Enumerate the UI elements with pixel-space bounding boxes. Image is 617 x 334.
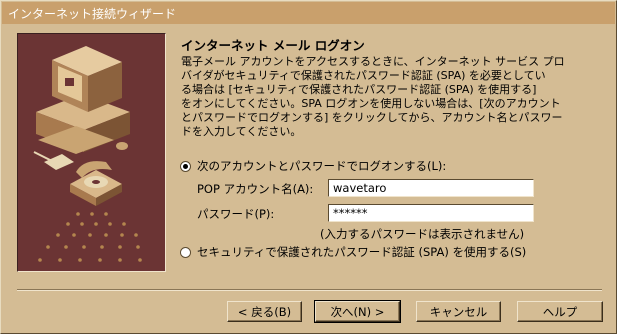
wizard-window: インターネット接続ウィザード インターネット メール ログオン 電子メール アカ… bbox=[0, 0, 617, 334]
next-button[interactable]: 次へ(N) > bbox=[314, 300, 401, 323]
wizard-illustration bbox=[17, 33, 166, 272]
password-input[interactable]: ****** bbox=[328, 204, 534, 222]
radio-password-logon-label: 次のアカウントとパスワードでログオンする(L): bbox=[197, 159, 447, 173]
radio-spa-label: セキュリティで保護されたパスワード認証 (SPA) を使用する(S) bbox=[197, 245, 527, 259]
window-title: インターネット接続ウィザード bbox=[8, 6, 177, 21]
computer-and-telephone-icon bbox=[33, 46, 142, 262]
password-label: パスワード(P): bbox=[197, 207, 275, 221]
radio-button-selected[interactable] bbox=[180, 160, 191, 172]
radio-password-logon[interactable]: 次のアカウントとパスワードでログオンする(L): bbox=[180, 158, 446, 174]
account-name-label: POP アカウント名(A): bbox=[197, 182, 314, 196]
page-title: インターネット メール ログオン bbox=[181, 38, 365, 53]
cancel-button[interactable]: キャンセル bbox=[416, 301, 501, 322]
help-button[interactable]: ヘルプ bbox=[517, 301, 603, 322]
divider bbox=[17, 289, 602, 291]
title-bar[interactable]: インターネット接続ウィザード bbox=[2, 2, 615, 24]
back-button[interactable]: < 戻る(B) bbox=[227, 301, 302, 322]
page-description: 電子メール アカウントをアクセスするときに、インターネット サービス プロ バイ… bbox=[181, 55, 565, 138]
radio-button-unselected[interactable] bbox=[180, 246, 191, 258]
password-hidden-note: (入力するパスワードは表示されません) bbox=[320, 227, 525, 241]
account-name-input[interactable]: wavetaro bbox=[328, 179, 534, 197]
radio-spa[interactable]: セキュリティで保護されたパスワード認証 (SPA) を使用する(S) bbox=[180, 244, 526, 260]
